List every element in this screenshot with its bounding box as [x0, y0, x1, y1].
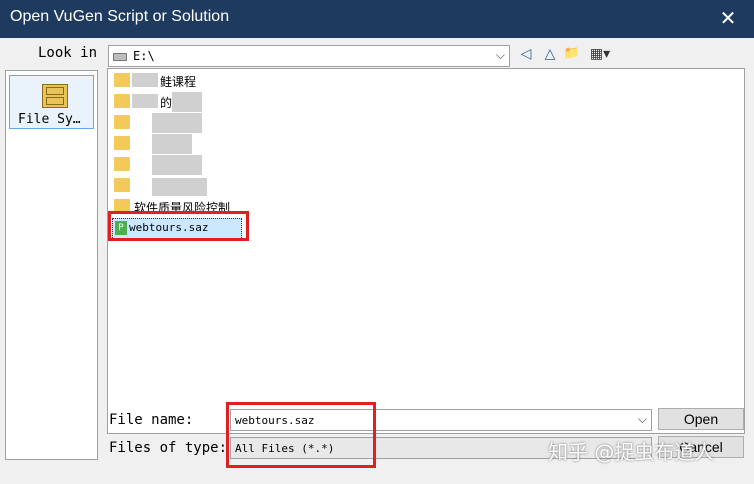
file-system-label: File Sy…	[18, 112, 81, 127]
list-item[interactable]	[112, 155, 312, 175]
view-menu-icon[interactable]: ▦▾	[586, 45, 614, 63]
look-in-value: E:\	[133, 49, 155, 63]
dialog-body: Look in E:\ ⌵ ◁ △ 📁 ▦▾ File Sy… 鲑课程 的 软件…	[0, 38, 754, 484]
chevron-down-icon[interactable]: ⌵	[496, 48, 505, 63]
highlight-box	[108, 211, 249, 241]
back-icon[interactable]: ◁	[516, 45, 536, 63]
files-of-type-label: Files of type:	[109, 440, 228, 456]
folder-icon	[114, 94, 130, 108]
list-item[interactable]	[112, 134, 312, 154]
list-item-label: 鲑课程	[160, 75, 197, 89]
open-button[interactable]: Open	[658, 408, 744, 430]
close-icon[interactable]: ✕	[716, 6, 740, 30]
file-system-place[interactable]: File Sy…	[9, 75, 94, 129]
folder-icon	[114, 178, 130, 192]
title-bar: Open VuGen Script or Solution ✕	[0, 0, 754, 38]
file-list[interactable]: 鲑课程 的 软件质量风险控制 P webtours.saz	[107, 68, 745, 434]
window-title: Open VuGen Script or Solution	[10, 8, 230, 25]
list-item[interactable]	[112, 176, 312, 196]
file-cabinet-icon	[42, 84, 68, 108]
look-in-label: Look in	[38, 45, 98, 61]
list-item[interactable]	[112, 113, 312, 133]
new-folder-icon[interactable]: 📁	[562, 45, 582, 63]
drive-icon	[113, 53, 127, 61]
folder-icon	[114, 73, 130, 87]
folder-icon	[114, 157, 130, 171]
list-item[interactable]: 鲑课程	[112, 71, 312, 91]
chevron-down-icon[interactable]: ⌵	[638, 412, 647, 427]
up-folder-icon[interactable]: △	[540, 45, 560, 63]
list-item[interactable]: 的	[112, 92, 312, 112]
places-pane: File Sy…	[5, 70, 98, 460]
list-item-label: 的	[160, 96, 173, 110]
look-in-dropdown[interactable]: E:\ ⌵	[108, 45, 510, 67]
highlight-box	[226, 402, 376, 468]
folder-icon	[114, 115, 130, 129]
file-name-label: File name:	[109, 412, 194, 428]
folder-icon	[114, 136, 130, 150]
watermark: 知乎 @捉虫布道人	[548, 440, 715, 464]
